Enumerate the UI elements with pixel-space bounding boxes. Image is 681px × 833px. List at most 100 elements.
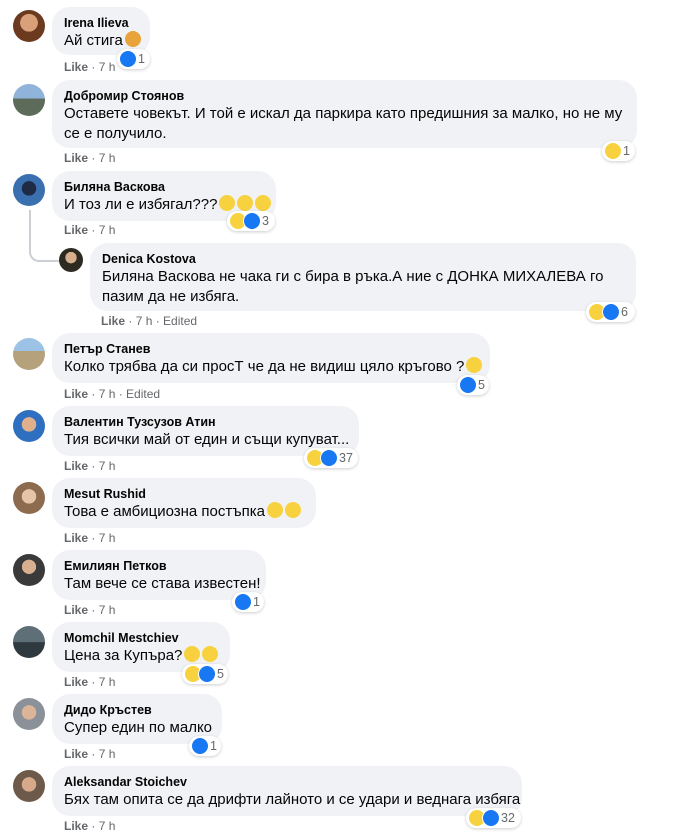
reaction-count: 1 [210,739,217,753]
avatar[interactable] [13,10,45,42]
timestamp[interactable]: 7 h [99,223,116,237]
comment-text: Бях там опита се да дрифти лайното и се … [64,791,521,808]
reaction-summary[interactable]: 5 [457,375,489,395]
haha-reaction-icon [604,142,622,160]
avatar[interactable] [13,410,45,442]
reaction-summary[interactable]: 1 [117,49,150,69]
comment-text-line: се е получило. [64,125,167,142]
reaction-summary[interactable]: 1 [232,592,264,612]
separator: · [88,459,99,473]
like-button[interactable]: Like [64,531,88,545]
comment-text-line: пазим да не избяга. [102,288,240,305]
separator: · [152,314,164,328]
timestamp[interactable]: 7 h [99,531,116,545]
reaction-count: 1 [138,52,145,66]
reaction-count: 5 [217,667,224,681]
reaction-count: 1 [623,144,630,158]
comment-text: Цена за Купъра? [64,646,219,666]
like-reaction-icon [482,809,500,827]
reaction-summary[interactable]: 1 [602,141,635,161]
avatar[interactable] [13,482,45,514]
like-reaction-icon [602,303,620,321]
reaction-summary[interactable]: 5 [182,664,228,684]
comment-author[interactable]: Валентин Тузсузов Атин [64,414,347,430]
like-button[interactable]: Like [64,675,88,689]
avatar[interactable] [13,554,45,586]
edited-label[interactable]: Edited [163,314,197,328]
timestamp[interactable]: 7 h [99,387,116,401]
separator: · [115,387,127,401]
comment-bubble: Емилиян Петков Там вече се става известе… [52,550,266,600]
like-reaction-icon [119,50,137,68]
timestamp[interactable]: 7 h [99,747,116,761]
like-reaction-icon [459,376,477,394]
comment-author[interactable]: Aleksandar Stoichev [64,774,510,790]
like-button[interactable]: Like [64,60,88,74]
comment-meta: Like · 7 h [64,603,115,617]
comment-author[interactable]: Добромир Стоянов [64,88,625,104]
reaction-summary[interactable]: 3 [227,211,275,231]
haha-emoji [267,502,283,518]
like-button[interactable]: Like [64,747,88,761]
timestamp[interactable]: 7 h [99,675,116,689]
comment-meta: Like · 7 h · Edited [101,314,197,328]
like-reaction-icon [191,737,209,755]
comment-bubble: Aleksandar Stoichev Бях там опита се да … [52,766,522,816]
avatar[interactable] [13,338,45,370]
comment-text: Супер един по малко [64,719,213,736]
like-button[interactable]: Like [64,459,88,473]
comment-bubble: Irena Ilieva Ай стига [52,7,150,55]
avatar[interactable] [13,698,45,730]
comment-meta: Like · 7 h [64,60,115,74]
like-button[interactable]: Like [64,387,88,401]
avatar[interactable] [13,626,45,658]
comment-text: Ай стига [64,31,141,51]
separator: · [88,387,99,401]
like-button[interactable]: Like [64,223,88,237]
comment-author[interactable]: Denica Kostova [102,251,624,267]
like-button[interactable]: Like [64,603,88,617]
comment-meta: Like · 7 h [64,223,115,237]
timestamp[interactable]: 7 h [99,819,116,833]
comment-text-line: Биляна Васкова не чака ги с бира в ръка.… [102,268,604,285]
comment-meta: Like · 7 h [64,459,115,473]
comment-author[interactable]: Емилиян Петков [64,558,254,574]
reaction-count: 37 [339,451,353,465]
avatar[interactable] [59,248,83,272]
separator: · [88,151,99,165]
reaction-count: 6 [621,305,628,319]
comment-author[interactable]: Дидо Кръстев [64,702,210,718]
reaction-summary[interactable]: 6 [586,302,635,322]
edited-label[interactable]: Edited [126,387,160,401]
timestamp[interactable]: 7 h [99,151,116,165]
timestamp[interactable]: 7 h [99,60,116,74]
comment-author[interactable]: Irena Ilieva [64,15,138,31]
reaction-summary[interactable]: 32 [466,808,521,828]
comment-author[interactable]: Биляна Васкова [64,179,264,195]
timestamp[interactable]: 7 h [99,459,116,473]
comment-author[interactable]: Петър Станев [64,341,478,357]
timestamp[interactable]: 7 h [136,314,153,328]
avatar[interactable] [13,770,45,802]
avatar[interactable] [13,174,45,206]
comment-meta: Like · 7 h [64,675,115,689]
grinning-emoji [202,646,219,662]
separator: · [88,60,99,74]
like-button[interactable]: Like [64,819,88,833]
like-button[interactable]: Like [64,151,88,165]
grinning-emoji [255,195,272,211]
separator: · [88,675,99,689]
like-button[interactable]: Like [101,314,125,328]
reaction-count: 5 [478,378,485,392]
avatar[interactable] [13,84,45,116]
comment-text: Това е амбициозна постъпка [64,502,304,522]
grinning-emoji [285,502,301,518]
reaction-summary[interactable]: 1 [189,736,221,756]
comment-text-line: Оставете човекът. И той е искал да парки… [64,105,623,122]
reaction-summary[interactable]: 37 [304,448,358,468]
timestamp[interactable]: 7 h [99,603,116,617]
comment-bubble: Denica Kostova Биляна Васкова не чака ги… [90,243,636,311]
comment-meta: Like · 7 h · Edited [64,387,160,401]
comment-author[interactable]: Momchil Mestchiev [64,630,218,646]
comment-author[interactable]: Mesut Rushid [64,486,304,502]
